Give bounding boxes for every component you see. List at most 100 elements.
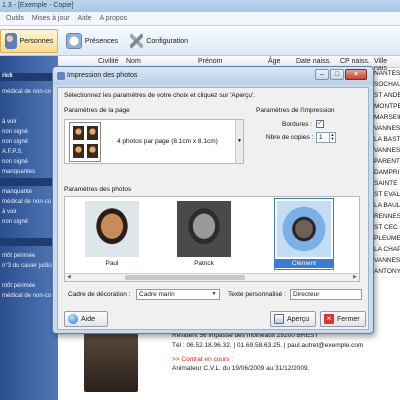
col-prenom[interactable]: Prénom [198,58,223,65]
presences-icon [66,33,82,49]
close-button-label: Fermer [337,315,360,323]
custom-text-label: Texte personnalisé : [228,291,286,298]
custom-text-input[interactable]: Directeur [290,289,362,300]
grid-cell-ville[interactable]: NANTES [374,70,400,77]
print-photos-dialog: Impression des photos – □ × Sélectionnez… [52,66,374,334]
photo-item-selected[interactable]: Clément [274,198,334,270]
close-button[interactable]: × Fermer [320,311,366,327]
instruction-text: Sélectionnez les paramètres de votre cho… [64,92,256,99]
grid-cell-ville[interactable]: RENNES [374,213,400,220]
sidebar-item[interactable]: non signé [2,159,28,165]
grid-cell-ville[interactable]: VANNES [374,125,400,132]
photo-item[interactable]: Patrick [175,199,233,269]
layout-dropdown-arrow[interactable]: ▼ [235,120,243,163]
help-button-label: Aide [81,315,96,323]
grid-cell-ville[interactable]: LA BAUL [374,202,400,209]
col-cp-naiss[interactable]: CP naiss. [340,58,370,65]
preview-icon [274,314,284,324]
configuration-icon [130,33,144,49]
person-photo [84,330,138,392]
minimize-button[interactable]: – [315,69,329,80]
sidebar-item[interactable]: non signé [2,139,28,145]
menu-aide[interactable]: Aide [72,12,92,26]
layout-thumbnail [69,122,101,162]
custom-text-value: Directeur [293,291,320,298]
photos-scrollbar[interactable]: ◀ ▶ [65,273,359,281]
sidebar-item[interactable]: ntôt périmée [2,283,35,289]
grid-cell-ville[interactable]: PARENT [374,158,400,165]
presences-button[interactable]: Présences [62,29,122,53]
sidebar-item[interactable]: médical de non-co [2,293,51,299]
grid-cell-ville[interactable]: SOCHAU [374,81,400,88]
sidebar-item[interactable]: à voir [2,119,17,125]
personnes-icon [5,33,17,49]
close-window-button[interactable]: × [345,69,367,80]
photo-item[interactable]: Paul [83,199,141,269]
sidebar-item[interactable]: n°3 du casier judicia [2,263,56,269]
sidebar-item[interactable]: manquantes [2,169,35,175]
grid-cell-ville[interactable]: ST CEC [374,224,398,231]
grid-cell-ville[interactable]: MONTPE [374,103,400,110]
col-date-naiss[interactable]: Date naiss. [296,58,331,65]
photo-thumbnail [85,201,139,257]
menu-bar: Outils Mises à jour Aide A propos [0,12,400,26]
col-civilite[interactable]: Civilité [98,58,119,65]
sidebar-item[interactable]: médical de non-co [2,199,51,205]
grid-cell-ville[interactable]: SAINTE [374,180,397,187]
personnes-label: Personnes [19,37,53,45]
detail-phone: Tél : 06.52.18.96.32. | 01.69.58.63.25. … [172,342,364,349]
col-nom[interactable]: Nom [126,58,141,65]
configuration-label: Configuration [146,37,188,45]
print-params-label: Paramètres de l'impression [256,107,335,114]
grid-cell-ville[interactable]: ST EVAL [374,191,400,198]
grid-cell-ville[interactable]: ST ANDE [374,92,400,99]
borders-checkbox[interactable]: ✓ [316,120,324,128]
app-icon [57,72,65,80]
dialog-body: Sélectionnez les paramètres de votre cho… [57,87,369,330]
personnes-button[interactable]: Personnes [0,29,58,53]
preview-button-label: Aperçu [287,315,310,323]
borders-label: Bordures : [282,121,312,128]
copies-stepper[interactable]: 1 ▲ ▼ [316,132,336,143]
chevron-down-icon: ▼ [211,291,217,297]
sidebar-item[interactable]: non signé [2,129,28,135]
preview-button[interactable]: Aperçu [270,311,316,327]
photo-thumbnail [177,201,231,257]
grid-cell-ville[interactable]: VANNES [374,147,400,154]
sidebar: rick médical de non-co à voir non signé … [0,56,58,400]
sidebar-item[interactable]: manquante [2,189,32,195]
grid-cell-ville[interactable]: MARSEIL [374,114,400,121]
menu-a-propos[interactable]: A propos [94,12,128,26]
scrollbar-thumb[interactable] [125,275,245,280]
frame-select[interactable]: Cadre marin ▼ [136,289,220,300]
person-detail: Résident 56 impasse des moineaux 29200 B… [58,328,400,400]
grid-cell-ville[interactable]: LA BAST [374,136,400,143]
configuration-button[interactable]: Configuration [126,29,192,53]
help-button[interactable]: Aide [64,311,108,327]
photo-name: Paul [105,260,119,267]
grid-cell-ville[interactable]: DAMPRI [374,169,399,176]
menu-mises-a-jour[interactable]: Mises à jour [26,12,70,26]
page-layout-selector[interactable]: 4 photos par page (8.1cm x 8.1cm) ▼ [64,119,244,164]
sidebar-item[interactable]: médical de non-co [2,89,51,95]
presences-label: Présences [84,37,118,45]
main-toolbar: Personnes Présences Configuration [0,26,400,56]
photo-thumbnail [277,201,331,257]
sidebar-item[interactable]: à voir [2,209,17,215]
grid-cell-ville[interactable]: VANNES [374,257,400,264]
sidebar-item[interactable]: non signé [2,219,28,225]
col-age[interactable]: Âge [268,58,280,65]
help-icon [68,314,78,324]
photos-list: Paul Patrick Clément ◀ ▶ [64,196,360,282]
grid-cell-ville[interactable]: LA CHAP [374,246,400,253]
sidebar-item[interactable]: ntôt périmée [2,253,35,259]
photo-params-label: Paramètres des photos [64,186,132,193]
frame-label: Cadre de décoration : [68,291,131,298]
sidebar-item[interactable]: A.F.P.S. [2,149,23,155]
maximize-button[interactable]: □ [330,69,344,80]
grid-cell-ville[interactable]: ANTONY [374,268,400,275]
layout-option-label: 4 photos par page (8.1cm x 8.1cm) [117,138,218,145]
menu-outils[interactable]: Outils [0,12,24,26]
grid-cell-ville[interactable]: PLEUME [374,235,400,242]
sidebar-item[interactable]: rick [2,73,13,79]
